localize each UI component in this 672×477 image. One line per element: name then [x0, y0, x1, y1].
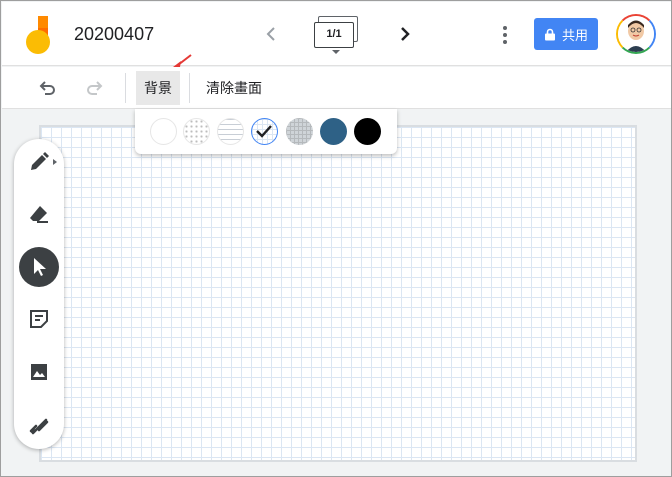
- bg-lined-swatch[interactable]: [217, 118, 244, 145]
- bg-graph-swatch[interactable]: [286, 118, 313, 145]
- drawing-canvas[interactable]: [41, 127, 635, 460]
- document-title[interactable]: 20200407: [74, 24, 154, 45]
- sticky-note-tool[interactable]: [19, 299, 59, 339]
- clear-frame-button[interactable]: 清除畫面: [206, 71, 262, 105]
- expand-caret-icon: [53, 159, 57, 165]
- background-button[interactable]: 背景: [136, 71, 180, 105]
- share-button[interactable]: 共用: [534, 18, 598, 50]
- bg-black-swatch[interactable]: [354, 118, 381, 145]
- checkmark-icon: [256, 125, 272, 138]
- frame-indicator[interactable]: 1/1: [312, 16, 364, 56]
- pen-tool[interactable]: [19, 142, 59, 182]
- undo-icon[interactable]: [36, 77, 58, 99]
- frame-indicator-label: 1/1: [314, 22, 354, 48]
- annotation-arrow-icon: [173, 54, 192, 67]
- eraser-icon: [30, 206, 48, 223]
- eraser-tool[interactable]: [19, 194, 59, 234]
- toolbar-divider: [125, 73, 126, 103]
- prev-frame-chevron-left-icon[interactable]: [260, 22, 282, 46]
- avatar[interactable]: [616, 14, 656, 54]
- laser-tool[interactable]: [19, 404, 59, 444]
- lock-icon: [544, 28, 555, 40]
- jamboard-logo: [26, 16, 54, 54]
- next-frame-chevron-right-icon[interactable]: [394, 22, 416, 46]
- laser-icon: [29, 418, 49, 435]
- select-icon: [34, 258, 46, 276]
- image-icon: [31, 364, 47, 380]
- toolbar-divider: [189, 73, 190, 103]
- bg-blue-swatch[interactable]: [320, 118, 347, 145]
- share-label: 共用: [561, 27, 588, 43]
- bg-dot-grid-swatch[interactable]: [183, 118, 210, 145]
- redo-icon: [84, 77, 106, 99]
- top-bar: 20200407 1/1 共用: [2, 2, 671, 66]
- bg-blank-swatch[interactable]: [150, 118, 177, 145]
- caret-down-icon: [332, 50, 340, 54]
- edit-toolbar: 背景 清除畫面: [2, 67, 671, 109]
- more-vert-icon[interactable]: [498, 24, 512, 46]
- bg-square-grid-swatch[interactable]: [251, 118, 278, 145]
- tool-panel: [14, 139, 64, 449]
- pen-icon: [31, 152, 49, 170]
- canvas-frame: [39, 125, 637, 462]
- image-tool[interactable]: [19, 352, 59, 392]
- app-window: 20200407 1/1 共用 背景 清除畫面: [0, 0, 672, 477]
- select-tool[interactable]: [19, 247, 59, 287]
- sticky-note-icon: [30, 310, 48, 328]
- background-picker: [135, 109, 397, 154]
